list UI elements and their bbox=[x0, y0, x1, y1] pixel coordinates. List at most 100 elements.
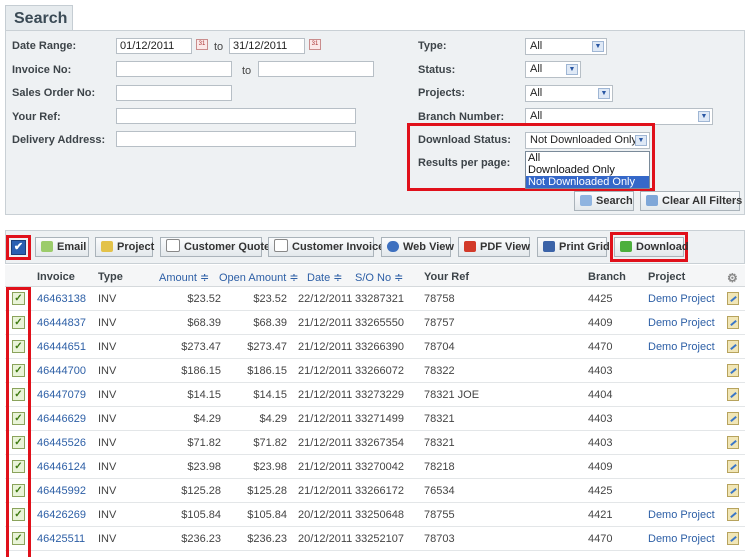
table-row[interactable]: ✓ 46444700 INV $186.15 $186.15 21/12/2011 3326… bbox=[5, 359, 745, 383]
delivery-address-input[interactable] bbox=[116, 131, 356, 147]
date-from-input[interactable]: 01/12/2011 bbox=[116, 38, 192, 54]
invoice-link[interactable]: 46444837 bbox=[37, 317, 86, 329]
your-ref-cell: 78321 bbox=[424, 413, 455, 425]
type-cell: INV bbox=[98, 509, 117, 521]
date-to-input[interactable]: 31/12/2011 bbox=[229, 38, 305, 54]
status-select[interactable]: All ▼ bbox=[525, 61, 581, 78]
invoice-link[interactable]: 46445992 bbox=[37, 485, 86, 497]
invoice-link[interactable]: 46446629 bbox=[37, 413, 86, 425]
edit-note-icon[interactable] bbox=[727, 388, 739, 401]
amount-cell: $125.28 bbox=[181, 485, 221, 497]
table-row[interactable]: ✓ 46446629 INV $4.29 $4.29 21/12/2011 33271499… bbox=[5, 407, 745, 431]
your-ref-cell: 78758 bbox=[424, 293, 455, 305]
table-row[interactable]: ✓ 46445992 INV $125.28 $125.28 21/12/2011 3326… bbox=[5, 479, 745, 503]
dropdown-option[interactable]: All bbox=[526, 152, 649, 164]
table-row[interactable]: ✓ 46446124 INV $23.98 $23.98 21/12/2011 332700… bbox=[5, 455, 745, 479]
your-ref-cell: 78755 bbox=[424, 509, 455, 521]
calendar-icon[interactable]: 31 bbox=[196, 39, 208, 50]
project-link[interactable]: Demo Project bbox=[648, 341, 715, 353]
project-link[interactable]: Demo Project bbox=[648, 509, 715, 521]
edit-note-icon[interactable] bbox=[727, 412, 739, 425]
table-row[interactable]: ✓ 46425511 INV $236.23 $236.23 20/12/2011 3325… bbox=[5, 527, 745, 551]
email-button[interactable]: Email bbox=[35, 237, 89, 257]
download-status-select[interactable]: Not Downloaded Only ▼ bbox=[525, 132, 650, 149]
header-branch: Branch bbox=[588, 271, 626, 283]
print-grid-button[interactable]: Print Grid bbox=[537, 237, 610, 257]
search-icon bbox=[580, 195, 592, 206]
table-row[interactable]: ✓ 46463138 INV $23.52 $23.52 22/12/2011 332873… bbox=[5, 287, 745, 311]
table-row[interactable]: ✓ 46444837 INV $68.39 $68.39 21/12/2011 332655… bbox=[5, 311, 745, 335]
date-cell: 21/12/2011 bbox=[298, 413, 353, 425]
invoice-to-input[interactable] bbox=[258, 61, 374, 77]
your-ref-cell: 78322 bbox=[424, 365, 455, 377]
type-label: Type: bbox=[418, 40, 447, 52]
invoice-link[interactable]: 46445526 bbox=[37, 437, 86, 449]
clear-filters-button[interactable]: Clear All Filters bbox=[640, 191, 742, 211]
table-row[interactable]: ✓ 46445526 INV $71.82 $71.82 21/12/2011 332673… bbox=[5, 431, 745, 455]
table-row[interactable]: ✓ 46426269 INV $105.84 $105.84 20/12/2011 3325… bbox=[5, 503, 745, 527]
amount-cell: $68.39 bbox=[187, 317, 221, 329]
edit-note-icon[interactable] bbox=[727, 292, 739, 305]
web-view-button[interactable]: Web View bbox=[381, 237, 454, 257]
amount-cell: $236.23 bbox=[181, 533, 221, 545]
edit-note-icon[interactable] bbox=[727, 316, 739, 329]
project-link[interactable]: Demo Project bbox=[648, 317, 715, 329]
dropdown-option-selected[interactable]: Not Downloaded Only bbox=[526, 176, 649, 188]
invoice-from-input[interactable] bbox=[116, 61, 232, 77]
customer-invoice-button[interactable]: Customer Invoice bbox=[268, 237, 384, 257]
open-amount-cell: $71.82 bbox=[253, 437, 287, 449]
project-link[interactable]: Demo Project bbox=[648, 293, 715, 305]
edit-note-icon[interactable] bbox=[727, 340, 739, 353]
open-amount-cell: $273.47 bbox=[247, 341, 287, 353]
edit-note-icon[interactable] bbox=[727, 460, 739, 473]
invoice-link[interactable]: 46447079 bbox=[37, 389, 86, 401]
header-your-ref: Your Ref bbox=[424, 271, 470, 283]
branch-number-label: Branch Number: bbox=[418, 111, 505, 123]
open-amount-cell: $68.39 bbox=[253, 317, 287, 329]
project-button[interactable]: Project bbox=[95, 237, 154, 257]
select-all-checkbox[interactable]: ✔ bbox=[11, 240, 26, 255]
branch-cell: 4404 bbox=[588, 389, 613, 401]
type-select[interactable]: All ▼ bbox=[525, 38, 607, 55]
your-ref-input[interactable] bbox=[116, 108, 356, 124]
download-status-dropdown[interactable]: All Downloaded Only Not Downloaded Only bbox=[525, 151, 650, 189]
search-tab: Search bbox=[5, 5, 73, 31]
edit-note-icon[interactable] bbox=[727, 436, 739, 449]
edit-note-icon[interactable] bbox=[727, 484, 739, 497]
search-button[interactable]: Search bbox=[574, 191, 634, 211]
table-row[interactable]: ✓ 46447079 INV $14.15 $14.15 21/12/2011 332732… bbox=[5, 383, 745, 407]
invoice-link[interactable]: 46425511 bbox=[37, 533, 85, 545]
projects-select[interactable]: All ▼ bbox=[525, 85, 613, 102]
open-amount-cell: $125.28 bbox=[247, 485, 287, 497]
globe-icon bbox=[387, 241, 399, 252]
gear-icon[interactable]: ⚙ bbox=[727, 271, 738, 285]
so-no-cell: 33287321 bbox=[355, 293, 404, 305]
invoice-link[interactable]: 46444700 bbox=[37, 365, 86, 377]
header-date[interactable]: Date ≑ bbox=[307, 271, 343, 284]
invoice-link[interactable]: 46463138 bbox=[37, 293, 86, 305]
header-so-no[interactable]: S/O No ≑ bbox=[355, 271, 403, 284]
invoice-link[interactable]: 46444651 bbox=[37, 341, 86, 353]
customer-quote-button[interactable]: Customer Quote bbox=[160, 237, 270, 257]
sales-order-input[interactable] bbox=[116, 85, 232, 101]
amount-cell: $23.98 bbox=[187, 461, 221, 473]
download-button[interactable]: Download bbox=[614, 237, 689, 257]
calendar-icon[interactable]: 31 bbox=[309, 39, 321, 50]
edit-note-icon[interactable] bbox=[727, 508, 739, 521]
pdf-view-button[interactable]: PDF View bbox=[458, 237, 530, 257]
date-cell: 20/12/2011 bbox=[298, 509, 353, 521]
so-no-cell: 33252107 bbox=[355, 533, 404, 545]
project-link[interactable]: Demo Project bbox=[648, 533, 715, 545]
dropdown-option[interactable]: Downloaded Only bbox=[526, 164, 649, 176]
header-open-amount[interactable]: Open Amount ≑ bbox=[219, 271, 299, 284]
amount-cell: $186.15 bbox=[181, 365, 221, 377]
header-invoice: Invoice bbox=[37, 271, 75, 283]
open-amount-cell: $14.15 bbox=[253, 389, 287, 401]
edit-note-icon[interactable] bbox=[727, 364, 739, 377]
table-row[interactable]: ✓ 46444651 INV $273.47 $273.47 21/12/2011 3326… bbox=[5, 335, 745, 359]
date-cell: 20/12/2011 bbox=[298, 533, 353, 545]
invoice-link[interactable]: 46446124 bbox=[37, 461, 86, 473]
edit-note-icon[interactable] bbox=[727, 532, 739, 545]
header-amount[interactable]: Amount ≑ bbox=[159, 271, 209, 284]
invoice-link[interactable]: 46426269 bbox=[37, 509, 86, 521]
